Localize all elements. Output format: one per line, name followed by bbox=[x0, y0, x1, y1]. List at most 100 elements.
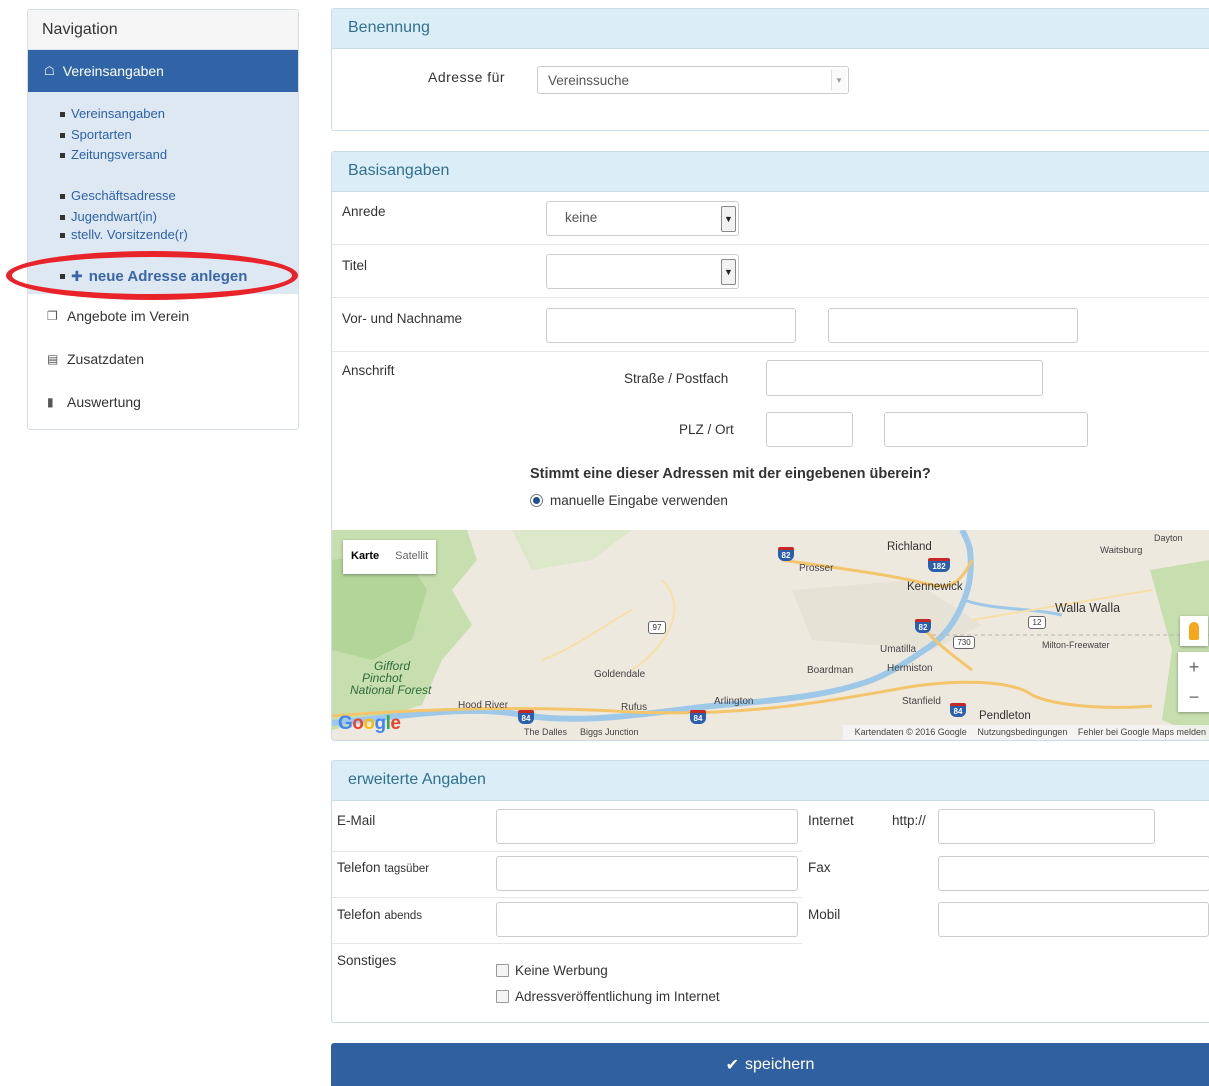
sidebar-item-angebote[interactable]: ❐ Angebote im Verein bbox=[28, 294, 298, 337]
anrede-select[interactable]: keine ▼ bbox=[546, 201, 739, 236]
home-icon: ☖ bbox=[44, 64, 55, 78]
anschrift-label: Anschrift bbox=[342, 363, 395, 378]
zoom-in-button[interactable]: + bbox=[1178, 652, 1209, 682]
interstate-82-shield: 82 bbox=[915, 619, 931, 633]
label-text: Telefon bbox=[337, 860, 381, 875]
sidebar-navigation: Navigation ☖ Vereinsangaben Vereinsangab… bbox=[27, 9, 299, 430]
telefon-tagsueber-input[interactable] bbox=[496, 856, 798, 891]
map-report-link[interactable]: Fehler bei Google Maps melden bbox=[1078, 727, 1206, 737]
fax-label: Fax bbox=[808, 860, 831, 875]
adressveroeffentlichung-checkbox-row[interactable]: Adressveröffentlichung im Internet bbox=[496, 989, 720, 1004]
map-label: Stanfield bbox=[902, 696, 941, 707]
map-label: Hood River bbox=[458, 700, 509, 711]
panel-heading: Basisangaben bbox=[332, 152, 1209, 192]
ort-input[interactable] bbox=[884, 412, 1088, 447]
sidebar-item-vereinsangaben-active[interactable]: ☖ Vereinsangaben bbox=[28, 50, 298, 92]
divider bbox=[332, 297, 1209, 298]
adressveroeffentlichung-checkbox[interactable] bbox=[496, 990, 509, 1003]
nachname-input[interactable] bbox=[828, 308, 1078, 343]
map-label: Rufus bbox=[621, 702, 648, 713]
checkbox-label: Adressveröffentlichung im Internet bbox=[515, 989, 720, 1004]
street-view-pegman-icon[interactable] bbox=[1180, 616, 1208, 646]
panel-erweiterte-angaben: erweiterte Angaben E-Mail Internet http:… bbox=[331, 760, 1209, 1023]
label-text: Telefon bbox=[337, 907, 381, 922]
internet-label: Internet bbox=[808, 813, 854, 828]
map-label: Richland bbox=[887, 541, 932, 553]
checkbox-label: Keine Werbung bbox=[515, 963, 608, 978]
subnav-label: Jugendwart(in) bbox=[71, 208, 157, 224]
route-97-shield: 97 bbox=[648, 621, 666, 634]
map-type-satellit-button[interactable]: Satellit bbox=[387, 540, 436, 574]
sidebar-item-label: Vereinsangaben bbox=[62, 63, 164, 79]
google-map[interactable]: Karte Satellit Richland Dayton Waitsburg… bbox=[332, 530, 1209, 740]
telefon-abends-input[interactable] bbox=[496, 902, 798, 937]
telefon-tagsueber-label: Telefon tagsüber bbox=[337, 860, 429, 875]
map-terms-link[interactable]: Nutzungsbedingungen bbox=[977, 727, 1067, 737]
fax-input[interactable] bbox=[938, 856, 1209, 891]
radio-button[interactable] bbox=[530, 494, 543, 507]
sidebar-item-label: Auswertung bbox=[67, 393, 141, 410]
puzzle-icon: ❐ bbox=[47, 308, 58, 323]
interstate-84-shield: 84 bbox=[518, 710, 534, 724]
subnav-item-stellv-vorsitzende[interactable]: stellv. Vorsitzende(r) bbox=[60, 228, 298, 244]
map-label: Waitsburg bbox=[1100, 545, 1143, 556]
sonstiges-label: Sonstiges bbox=[337, 953, 397, 968]
zoom-control: + − bbox=[1178, 652, 1209, 712]
route-730-shield: 730 bbox=[953, 636, 975, 649]
subnav-label: Sportarten bbox=[71, 126, 132, 142]
keine-werbung-checkbox-row[interactable]: Keine Werbung bbox=[496, 963, 608, 978]
anrede-label: Anrede bbox=[342, 204, 386, 219]
chevron-down-icon: ▼ bbox=[721, 259, 736, 285]
checkmark-icon: ✔ bbox=[725, 1056, 740, 1074]
label-suffix: tagsüber bbox=[384, 863, 430, 875]
map-type-karte-button[interactable]: Karte bbox=[343, 540, 387, 574]
divider bbox=[332, 851, 802, 852]
titel-label: Titel bbox=[342, 258, 368, 273]
map-label: Milton-Freewater bbox=[1042, 640, 1110, 650]
map-label: Biggs Junction bbox=[580, 727, 639, 737]
subnav-label: Geschäftsadresse bbox=[71, 188, 176, 204]
select-value: Vereinssuche bbox=[548, 73, 630, 88]
bullet-icon bbox=[60, 111, 65, 117]
save-button[interactable]: ✔ speichern bbox=[331, 1043, 1209, 1086]
subnav-item-vereinsangaben[interactable]: Vereinsangaben bbox=[60, 104, 298, 125]
bullet-icon bbox=[60, 233, 65, 239]
panel-benennung: Benennung Adresse für Vereinssuche ▾ bbox=[331, 8, 1209, 131]
adresse-fuer-select[interactable]: Vereinssuche ▾ bbox=[537, 66, 849, 94]
mobil-label: Mobil bbox=[808, 907, 841, 922]
strasse-input[interactable] bbox=[766, 360, 1043, 396]
map-label: Pendleton bbox=[979, 710, 1031, 722]
subnav-item-zeitungsversand[interactable]: Zeitungsversand bbox=[60, 145, 298, 166]
mobil-input[interactable] bbox=[938, 902, 1209, 937]
sidebar-item-zusatzdaten[interactable]: ▤ Zusatzdaten bbox=[28, 337, 298, 380]
titel-select[interactable]: ▼ bbox=[546, 254, 739, 289]
map-attribution: Kartendaten © 2016 Google bbox=[854, 727, 967, 737]
email-input[interactable] bbox=[496, 809, 798, 844]
bullet-icon bbox=[60, 153, 65, 159]
panel-heading: Benennung bbox=[332, 9, 1209, 49]
zoom-out-button[interactable]: − bbox=[1178, 682, 1209, 712]
internet-input[interactable] bbox=[938, 809, 1155, 844]
subnav-item-jugendwart[interactable]: Jugendwart(in) bbox=[60, 207, 298, 228]
adresse-fuer-label: Adresse für bbox=[428, 69, 506, 85]
chevron-down-icon: ▼ bbox=[721, 206, 736, 232]
plz-input[interactable] bbox=[766, 412, 853, 447]
map-label: Goldendale bbox=[594, 669, 646, 680]
map-label: Dayton bbox=[1154, 533, 1183, 543]
google-logo: Google bbox=[338, 713, 401, 734]
map-label: Arlington bbox=[714, 696, 754, 707]
subnav-label: Vereinsangaben bbox=[71, 106, 165, 121]
manual-input-radio[interactable]: manuelle Eingabe verwenden bbox=[530, 493, 728, 508]
keine-werbung-checkbox[interactable] bbox=[496, 964, 509, 977]
address-match-question: Stimmt eine dieser Adressen mit der eing… bbox=[530, 466, 931, 482]
pegman-body bbox=[1189, 622, 1199, 640]
bullet-icon bbox=[60, 132, 65, 138]
internet-prefix: http:// bbox=[892, 813, 926, 828]
new-address-link[interactable]: ✚ neue Adresse anlegen bbox=[60, 268, 247, 285]
label-suffix: abends bbox=[384, 910, 423, 922]
radio-label: manuelle Eingabe verwenden bbox=[550, 493, 728, 508]
subnav-item-geschaeftsadresse[interactable]: Geschäftsadresse bbox=[60, 186, 298, 207]
sidebar-item-auswertung[interactable]: ▮ Auswertung bbox=[28, 380, 298, 423]
subnav-item-sportarten[interactable]: Sportarten bbox=[60, 125, 298, 146]
vorname-input[interactable] bbox=[546, 308, 796, 343]
